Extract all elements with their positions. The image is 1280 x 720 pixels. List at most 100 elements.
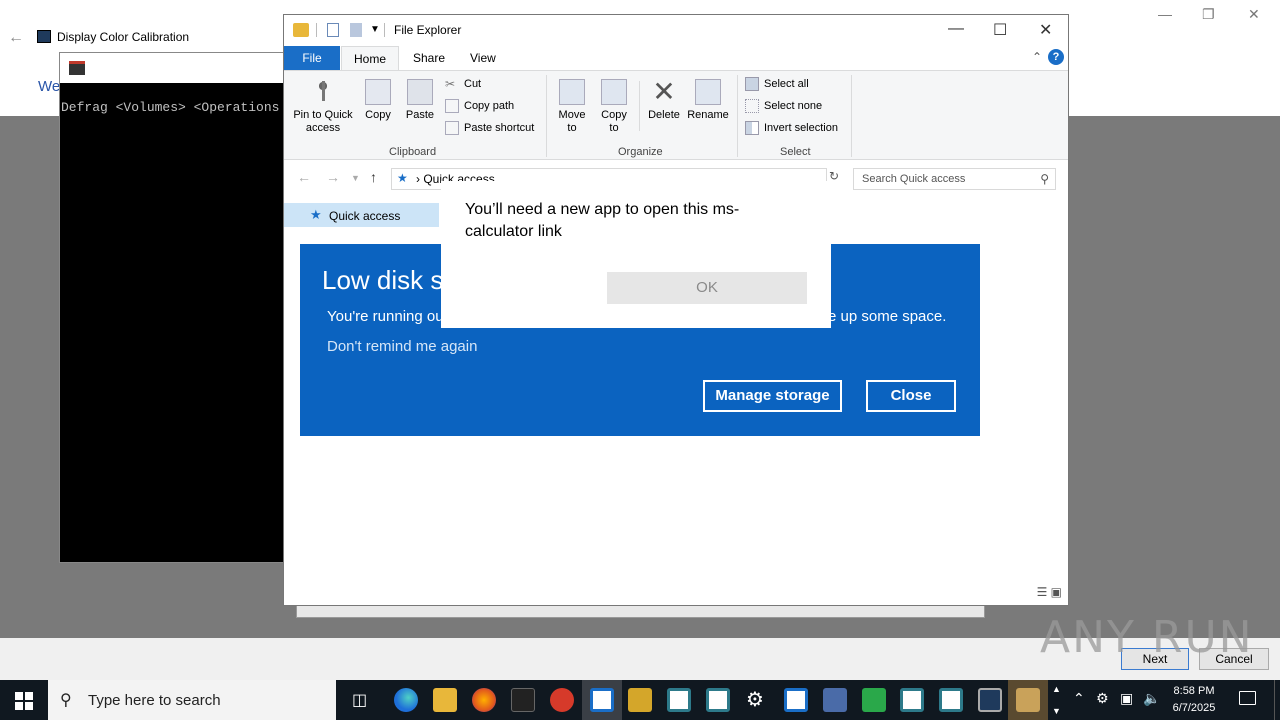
copy-to-button[interactable]: Copy to bbox=[596, 71, 632, 135]
copy-button[interactable]: Copy bbox=[360, 71, 396, 122]
help-icon[interactable]: ? bbox=[1048, 49, 1064, 65]
cmd-app-icon bbox=[69, 61, 85, 75]
paste-shortcut-button[interactable]: Paste shortcut bbox=[445, 119, 534, 137]
explorer-maximize-icon[interactable]: ☐ bbox=[993, 20, 1007, 40]
delete-button[interactable]: ✕ Delete bbox=[644, 71, 684, 122]
calibration-heading: We bbox=[38, 78, 61, 95]
window-app-icon-2[interactable] bbox=[667, 688, 691, 712]
tab-home[interactable]: Home bbox=[341, 46, 400, 70]
display-calibration-taskbar-icon[interactable] bbox=[978, 688, 1002, 712]
tab-share[interactable]: Share bbox=[401, 46, 457, 70]
pin-to-quick-access-button[interactable]: Pin to Quick access bbox=[290, 71, 356, 135]
paste-button[interactable]: Paste bbox=[402, 71, 438, 122]
calibration-app-icon bbox=[37, 30, 51, 43]
rename-button[interactable]: Rename bbox=[686, 71, 730, 122]
sidebar-item-quick-access[interactable]: ★ Quick access bbox=[284, 203, 439, 227]
scroll-up-icon[interactable]: ▲ bbox=[1052, 684, 1061, 694]
cut-button[interactable]: ✂ Cut bbox=[445, 75, 481, 93]
ribbon-tabs: File Home Share View ⌃ ? bbox=[284, 46, 1068, 70]
explorer-close-icon[interactable]: ✕ bbox=[1039, 20, 1052, 40]
copy-to-icon bbox=[601, 79, 627, 105]
taskbar-search-box[interactable]: ⚲ Type here to search bbox=[48, 680, 336, 720]
customize-toolbar-icon[interactable]: ▼ bbox=[370, 24, 380, 35]
keys-app-icon[interactable] bbox=[628, 688, 652, 712]
cmd-taskbar-icon[interactable] bbox=[511, 688, 535, 712]
clock-time: 8:58 PM bbox=[1173, 685, 1215, 697]
users-app-icon[interactable] bbox=[823, 688, 847, 712]
up-icon[interactable]: ↑ bbox=[370, 169, 377, 185]
command-prompt-window[interactable]: Defrag <Volumes> <Operations bbox=[59, 52, 299, 563]
task-view-icon[interactable]: ◫ bbox=[352, 690, 367, 710]
paste-label: Paste bbox=[405, 109, 435, 121]
copy-path-button[interactable]: Copy path bbox=[445, 97, 514, 115]
anyrun-watermark: ANY RUN bbox=[1040, 612, 1254, 663]
close-button[interactable]: Close bbox=[866, 380, 956, 412]
ok-button[interactable]: OK bbox=[607, 272, 807, 304]
close-icon[interactable]: ✕ bbox=[1248, 6, 1260, 23]
recent-locations-icon[interactable]: ▼ bbox=[351, 173, 360, 183]
new-folder-icon[interactable] bbox=[350, 23, 362, 37]
explorer-titlebar[interactable]: ▼ File Explorer — ☐ ✕ bbox=[284, 15, 1068, 46]
move-to-icon bbox=[559, 79, 585, 105]
organize-group-label: Organize bbox=[618, 146, 663, 158]
copy-path-label: Copy path bbox=[464, 100, 515, 112]
scissors-icon: ✂ bbox=[445, 77, 456, 91]
copy-icon bbox=[365, 79, 391, 105]
properties-icon[interactable] bbox=[327, 23, 339, 37]
taskbar-clock[interactable]: 8:58 PM 6/7/2025 bbox=[1166, 683, 1222, 717]
copy-path-icon bbox=[445, 99, 459, 113]
start-windows-icon[interactable] bbox=[15, 692, 33, 710]
disk-cleanup-icon[interactable] bbox=[1016, 688, 1040, 712]
notification-icon[interactable] bbox=[1239, 691, 1256, 705]
taskbar: ⚲ Type here to search ◫ ⚙ ▲ ▼ ⌃ ⚙ ▣ 🔈 8:… bbox=[0, 680, 1280, 720]
dont-remind-link[interactable]: Don't remind me again bbox=[327, 338, 477, 355]
back-icon[interactable]: ← bbox=[297, 169, 311, 185]
restore-icon[interactable]: ❐ bbox=[1202, 6, 1215, 23]
low-disk-message-left: You're running ou bbox=[327, 308, 444, 325]
tray-app-icon[interactable]: ⚙ bbox=[1096, 690, 1109, 707]
pin-icon bbox=[310, 79, 336, 105]
view-mode-icons[interactable]: ☰ ▣ bbox=[1037, 585, 1062, 599]
volume-icon[interactable]: 🔈 bbox=[1143, 690, 1160, 707]
network-tray-icon[interactable]: ▣ bbox=[1120, 690, 1133, 707]
move-to-button[interactable]: Move to bbox=[554, 71, 590, 135]
manage-storage-button[interactable]: Manage storage bbox=[703, 380, 842, 412]
window-app-icon-5[interactable] bbox=[900, 688, 924, 712]
window-app-icon-4[interactable] bbox=[784, 688, 808, 712]
pin-label: Pin to Quick access bbox=[293, 109, 353, 134]
explorer-title: File Explorer bbox=[394, 23, 462, 37]
edge-icon[interactable] bbox=[394, 688, 418, 712]
window-app-icon[interactable] bbox=[590, 688, 614, 712]
firefox-icon[interactable] bbox=[472, 688, 496, 712]
select-none-button[interactable]: Select none bbox=[745, 97, 822, 115]
window-app-icon-3[interactable] bbox=[706, 688, 730, 712]
search-icon: ⚲ bbox=[1040, 172, 1049, 186]
cmd-titlebar[interactable] bbox=[60, 53, 298, 83]
network-app-icon[interactable] bbox=[862, 688, 886, 712]
invert-selection-button[interactable]: Invert selection bbox=[745, 119, 838, 137]
taskbar-search-placeholder: Type here to search bbox=[88, 692, 221, 709]
back-arrow-icon[interactable]: ← bbox=[8, 29, 24, 47]
minimize-icon[interactable]: — bbox=[1158, 6, 1172, 22]
tray-expand-icon[interactable]: ⌃ bbox=[1073, 690, 1085, 707]
window-app-icon-6[interactable] bbox=[939, 688, 963, 712]
scroll-down-icon[interactable]: ▼ bbox=[1052, 706, 1061, 716]
quick-access-star-icon: ★ bbox=[397, 171, 408, 185]
calibration-title: Display Color Calibration bbox=[57, 30, 190, 44]
file-explorer-icon[interactable] bbox=[433, 688, 457, 712]
search-input[interactable]: Search Quick access ⚲ bbox=[853, 168, 1056, 190]
copy-label: Copy bbox=[365, 109, 391, 121]
select-none-icon bbox=[745, 99, 759, 113]
select-all-button[interactable]: Select all bbox=[745, 75, 809, 93]
settings-gear-icon[interactable]: ⚙ bbox=[746, 687, 764, 712]
new-app-needed-dialog: You’ll need a new app to open this ms-ca… bbox=[441, 181, 831, 328]
collapse-ribbon-icon[interactable]: ⌃ bbox=[1032, 50, 1042, 64]
cut-label: Cut bbox=[464, 78, 482, 90]
error-app-icon[interactable] bbox=[550, 688, 574, 712]
tab-file[interactable]: File bbox=[284, 46, 340, 70]
explorer-minimize-icon[interactable]: — bbox=[948, 20, 964, 38]
tab-view[interactable]: View bbox=[458, 46, 508, 70]
forward-icon[interactable]: → bbox=[326, 169, 340, 185]
show-desktop-button[interactable] bbox=[1274, 680, 1280, 720]
select-none-label: Select none bbox=[764, 100, 823, 112]
